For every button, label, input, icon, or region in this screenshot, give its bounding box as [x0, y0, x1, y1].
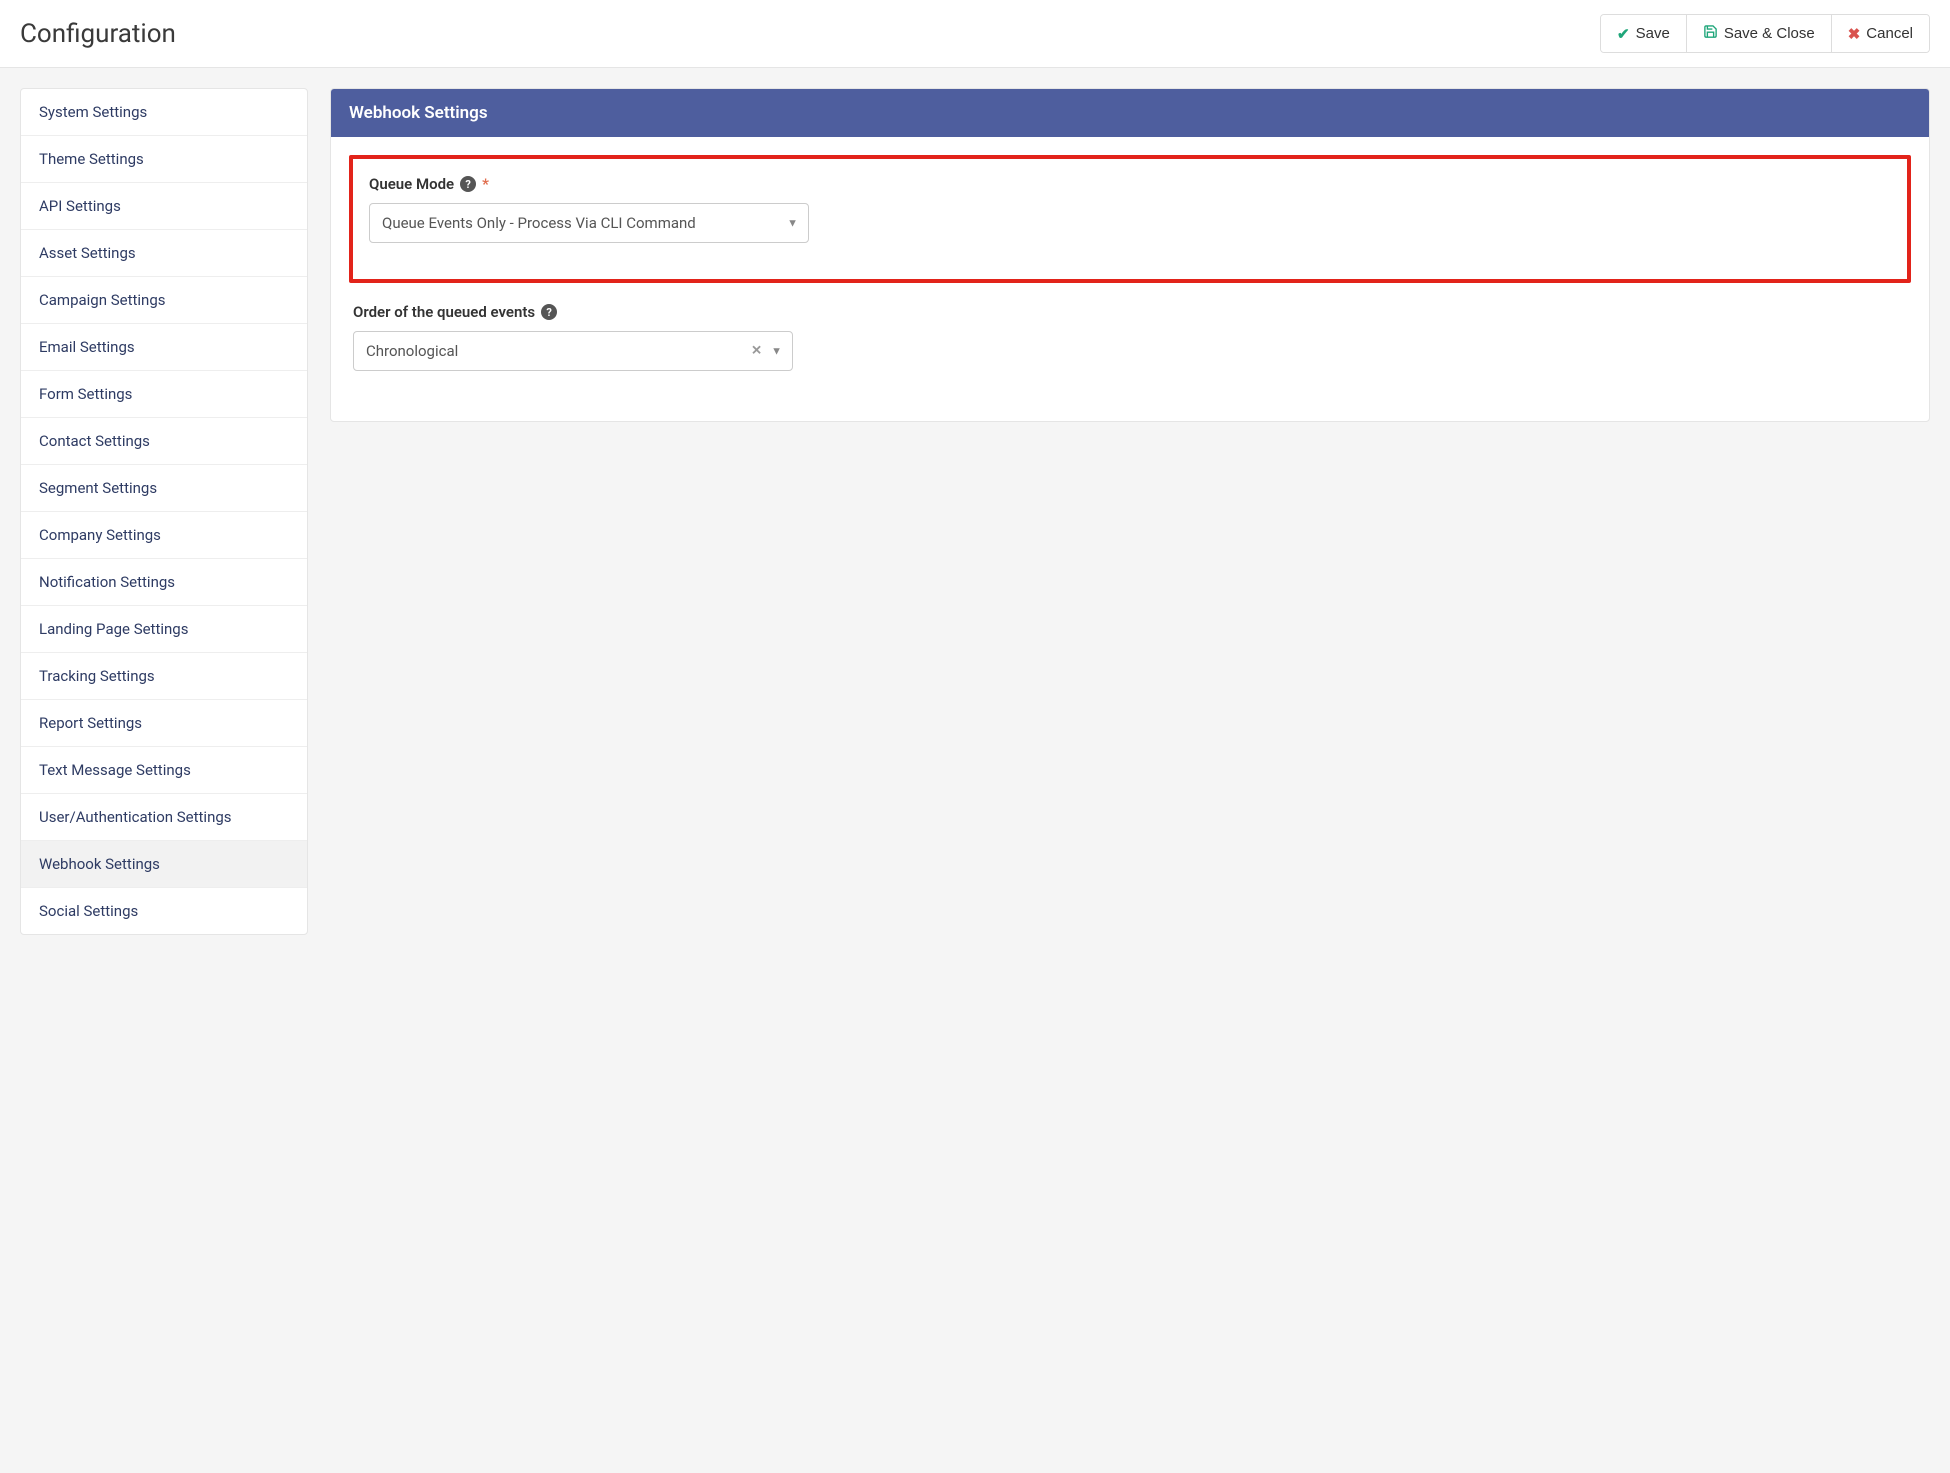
- clear-icon[interactable]: ✕: [751, 344, 762, 359]
- panel-header: Webhook Settings: [331, 89, 1929, 137]
- order-group: Order of the queued events ? Chronologic…: [353, 303, 793, 371]
- sidebar-item-segment-settings[interactable]: Segment Settings: [21, 465, 307, 512]
- queue-mode-select[interactable]: Queue Events Only - Process Via CLI Comm…: [369, 203, 809, 243]
- action-buttons: ✔ Save Save & Close ✖ Cancel: [1600, 14, 1930, 53]
- cancel-button[interactable]: ✖ Cancel: [1831, 15, 1929, 52]
- webhook-settings-panel: Webhook Settings Queue Mode ? * Queue Ev…: [330, 88, 1930, 422]
- save-close-button[interactable]: Save & Close: [1686, 15, 1831, 52]
- highlight-box: Queue Mode ? * Queue Events Only - Proce…: [349, 155, 1911, 283]
- sidebar-item-asset-settings[interactable]: Asset Settings: [21, 230, 307, 277]
- sidebar-item-notification-settings[interactable]: Notification Settings: [21, 559, 307, 606]
- chevron-down-icon: ▼: [787, 217, 798, 230]
- queue-mode-group: Queue Mode ? * Queue Events Only - Proce…: [369, 175, 809, 243]
- sidebar-item-email-settings[interactable]: Email Settings: [21, 324, 307, 371]
- queue-mode-label: Queue Mode ? *: [369, 175, 809, 193]
- sidebar-item-api-settings[interactable]: API Settings: [21, 183, 307, 230]
- sidebar-item-webhook-settings[interactable]: Webhook Settings: [21, 841, 307, 888]
- chevron-down-icon: ▼: [771, 345, 782, 358]
- sidebar-item-user-auth-settings[interactable]: User/Authentication Settings: [21, 794, 307, 841]
- sidebar-item-campaign-settings[interactable]: Campaign Settings: [21, 277, 307, 324]
- sidebar-item-landing-page-settings[interactable]: Landing Page Settings: [21, 606, 307, 653]
- sidebar-item-company-settings[interactable]: Company Settings: [21, 512, 307, 559]
- sidebar: System Settings Theme Settings API Setti…: [20, 88, 308, 935]
- sidebar-item-report-settings[interactable]: Report Settings: [21, 700, 307, 747]
- topbar: Configuration ✔ Save Save & Close ✖ Canc…: [0, 0, 1950, 68]
- save-button[interactable]: ✔ Save: [1601, 15, 1686, 52]
- save-close-button-label: Save & Close: [1724, 25, 1815, 42]
- order-value: Chronological: [366, 342, 458, 360]
- queue-mode-value: Queue Events Only - Process Via CLI Comm…: [382, 214, 696, 232]
- main: Webhook Settings Queue Mode ? * Queue Ev…: [330, 88, 1930, 422]
- cancel-button-label: Cancel: [1866, 25, 1913, 42]
- sidebar-item-social-settings[interactable]: Social Settings: [21, 888, 307, 934]
- sidebar-item-contact-settings[interactable]: Contact Settings: [21, 418, 307, 465]
- panel-body: Queue Mode ? * Queue Events Only - Proce…: [331, 137, 1929, 421]
- sidebar-item-text-message-settings[interactable]: Text Message Settings: [21, 747, 307, 794]
- sidebar-item-tracking-settings[interactable]: Tracking Settings: [21, 653, 307, 700]
- save-icon: [1703, 24, 1718, 43]
- help-icon[interactable]: ?: [541, 304, 557, 320]
- check-icon: ✔: [1617, 25, 1630, 43]
- required-indicator: *: [482, 175, 489, 193]
- order-label: Order of the queued events ?: [353, 303, 793, 321]
- save-button-label: Save: [1636, 25, 1670, 42]
- close-icon: ✖: [1848, 25, 1861, 43]
- help-icon[interactable]: ?: [460, 176, 476, 192]
- container: System Settings Theme Settings API Setti…: [0, 68, 1950, 955]
- sidebar-item-system-settings[interactable]: System Settings: [21, 89, 307, 136]
- order-select[interactable]: Chronological ✕ ▼: [353, 331, 793, 371]
- sidebar-item-theme-settings[interactable]: Theme Settings: [21, 136, 307, 183]
- page-title: Configuration: [20, 19, 176, 49]
- sidebar-item-form-settings[interactable]: Form Settings: [21, 371, 307, 418]
